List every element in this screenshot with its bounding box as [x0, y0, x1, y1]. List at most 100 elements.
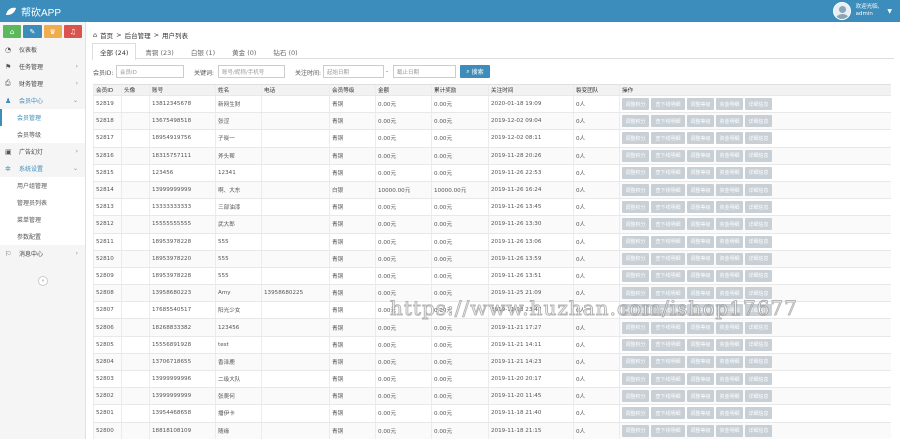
row-action-button[interactable]: 调整积分: [622, 132, 649, 145]
table-row[interactable]: 52814 13999999999 啊、大东 白银 10000.00元 10000.00元…: [93, 181, 891, 200]
table-row[interactable]: 52806 18268833382 123456 青铜 0.00元 0.00元 2019-1…: [93, 319, 891, 337]
sidebar-item[interactable]: ◔ 仪表板: [0, 41, 85, 58]
column-header[interactable]: 关注时间: [488, 85, 573, 95]
row-action-button[interactable]: 调整等级: [687, 321, 714, 334]
row-action-button[interactable]: 详细信息: [745, 338, 772, 351]
sidebar-item[interactable]: ⚐ 消息中心 ›: [0, 245, 85, 262]
row-action-button[interactable]: 查下线明细: [651, 201, 685, 214]
sidebar-subitem[interactable]: 参数配置: [0, 228, 85, 245]
row-action-button[interactable]: 调整积分: [622, 98, 649, 111]
row-action-button[interactable]: 查下线明细: [651, 373, 685, 386]
table-row[interactable]: 52818 13675498518 张涩 青铜 0.00元 0.00元 2019-12-02…: [93, 113, 891, 131]
row-action-button[interactable]: 查下线明细: [651, 407, 685, 420]
search-button[interactable]: ⌕ 搜索: [460, 65, 490, 78]
row-action-button[interactable]: 调整积分: [622, 321, 649, 334]
row-action-button[interactable]: 调整等级: [687, 235, 714, 248]
row-action-button[interactable]: 资金明细: [716, 235, 743, 248]
row-action-button[interactable]: 资金明细: [716, 252, 743, 265]
row-action-button[interactable]: 调整等级: [687, 115, 714, 128]
table-row[interactable]: 52813 13333333333 三部油漆 青铜 0.00元 0.00元 2019-11-…: [93, 199, 891, 217]
quick-button-home[interactable]: ⌂: [3, 25, 22, 38]
row-action-button[interactable]: 查下线明细: [651, 184, 685, 197]
column-header[interactable]: 头像: [121, 85, 149, 95]
row-action-button[interactable]: 资金明细: [716, 166, 743, 179]
sidebar-item[interactable]: ✲ 系统设置 ⌄: [0, 160, 85, 177]
row-action-button[interactable]: 调整积分: [622, 115, 649, 128]
row-action-button[interactable]: 查下线明细: [651, 269, 685, 282]
row-action-button[interactable]: 查下线明细: [651, 321, 685, 334]
sidebar-item[interactable]: ▣ 广告幻灯 ›: [0, 143, 85, 160]
level-tab[interactable]: 青铜 (23): [137, 43, 181, 59]
column-header[interactable]: 操作: [619, 85, 891, 95]
row-action-button[interactable]: 查下线明细: [651, 235, 685, 248]
row-action-button[interactable]: 调整等级: [687, 252, 714, 265]
breadcrumb-home[interactable]: 首页: [100, 30, 113, 40]
row-action-button[interactable]: 调整积分: [622, 235, 649, 248]
row-action-button[interactable]: 调整等级: [687, 184, 714, 197]
row-action-button[interactable]: 查下线明细: [651, 218, 685, 231]
row-action-button[interactable]: 资金明细: [716, 390, 743, 403]
row-action-button[interactable]: 详细信息: [745, 355, 772, 368]
row-action-button[interactable]: 调整积分: [622, 424, 649, 437]
row-action-button[interactable]: 详细信息: [745, 98, 772, 111]
row-action-button[interactable]: 资金明细: [716, 407, 743, 420]
member-id-input[interactable]: 会员ID: [116, 65, 184, 78]
row-action-button[interactable]: 资金明细: [716, 269, 743, 282]
row-action-button[interactable]: 调整积分: [622, 218, 649, 231]
row-action-button[interactable]: 资金明细: [716, 201, 743, 214]
end-date-input[interactable]: 截止日期: [393, 65, 456, 78]
row-action-button[interactable]: 详细信息: [745, 115, 772, 128]
level-tab[interactable]: 白银 (1): [183, 43, 223, 59]
row-action-button[interactable]: 详细信息: [745, 407, 772, 420]
sidebar-subitem[interactable]: 会员管理: [0, 109, 85, 126]
row-action-button[interactable]: 调整等级: [687, 132, 714, 145]
quick-button-shield[interactable]: ♛: [43, 25, 62, 38]
column-header[interactable]: 裂变团队: [573, 85, 619, 95]
row-action-button[interactable]: 调整等级: [687, 149, 714, 162]
sidebar-subitem[interactable]: 用户组管理: [0, 177, 85, 194]
row-action-button[interactable]: 调整积分: [622, 184, 649, 197]
row-action-button[interactable]: 资金明细: [716, 338, 743, 351]
row-action-button[interactable]: 详细信息: [745, 184, 772, 197]
row-action-button[interactable]: 查下线明细: [651, 338, 685, 351]
row-action-button[interactable]: 查下线明细: [651, 252, 685, 265]
row-action-button[interactable]: 资金明细: [716, 424, 743, 437]
row-action-button[interactable]: 查下线明细: [651, 149, 685, 162]
user-menu[interactable]: 欢迎光临, admin ▼: [832, 1, 892, 21]
keyword-input[interactable]: 账号/昵称/手机号: [218, 65, 285, 78]
level-tab[interactable]: 黄金 (0): [224, 43, 264, 59]
table-row[interactable]: 52805 15556891928 test 青铜 0.00元 0.00元 2019-11-…: [93, 336, 891, 354]
sidebar-subitem[interactable]: 会员等级: [0, 126, 85, 143]
row-action-button[interactable]: 调整积分: [622, 338, 649, 351]
row-action-button[interactable]: 详细信息: [745, 235, 772, 248]
row-action-button[interactable]: 调整等级: [687, 98, 714, 111]
row-action-button[interactable]: 详细信息: [745, 390, 772, 403]
row-action-button[interactable]: 调整等级: [687, 390, 714, 403]
start-date-input[interactable]: 起始日期: [323, 65, 384, 78]
row-action-button[interactable]: 详细信息: [745, 269, 772, 282]
sidebar-item[interactable]: ♟ 会员中心 ⌄: [0, 92, 85, 109]
level-tab[interactable]: 钻石 (0): [265, 43, 305, 59]
table-row[interactable]: 52810 18953978220 555 青铜 0.00元 0.00元 2019-11-2…: [93, 250, 891, 268]
sidebar-subitem[interactable]: 管理员列表: [0, 194, 85, 211]
row-action-button[interactable]: 资金明细: [716, 355, 743, 368]
row-action-button[interactable]: 资金明细: [716, 184, 743, 197]
column-header[interactable]: 累计奖励: [431, 85, 488, 95]
row-action-button[interactable]: 详细信息: [745, 373, 772, 386]
row-action-button[interactable]: 调整等级: [687, 424, 714, 437]
table-row[interactable]: 52804 13706718655 香泽鹿 青铜 0.00元 0.00元 2019-11-2…: [93, 353, 891, 371]
row-action-button[interactable]: 资金明细: [716, 218, 743, 231]
row-action-button[interactable]: 调整等级: [687, 166, 714, 179]
table-row[interactable]: 52802 13999999999 张爬何 青铜 0.00元 0.00元 2019-11-2…: [93, 388, 891, 406]
column-header[interactable]: 会员ID: [93, 85, 121, 95]
row-action-button[interactable]: 详细信息: [745, 132, 772, 145]
row-action-button[interactable]: 调整等级: [687, 218, 714, 231]
row-action-button[interactable]: 调整等级: [687, 338, 714, 351]
table-row[interactable]: 52817 18954919756 子晓一 青铜 0.00元 0.00元 2019-12-0…: [93, 130, 891, 148]
column-header[interactable]: 账号: [149, 85, 215, 95]
row-action-button[interactable]: 资金明细: [716, 149, 743, 162]
table-row[interactable]: 52816 18315757111 斧头帮 青铜 0.00元 0.00元 2019-11-2…: [93, 147, 891, 165]
column-header[interactable]: 姓名: [215, 85, 261, 95]
row-action-button[interactable]: 调整积分: [622, 166, 649, 179]
app-logo[interactable]: 帮砍APP: [5, 4, 61, 19]
